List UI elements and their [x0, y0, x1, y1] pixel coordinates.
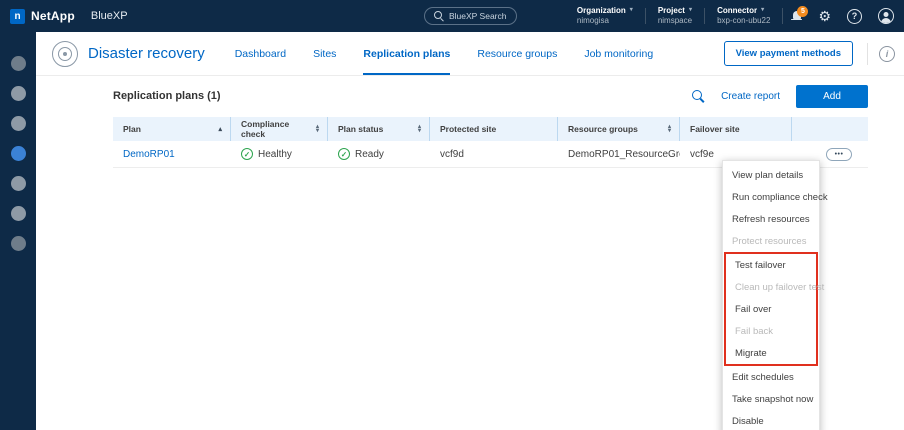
view-payment-methods-button[interactable]: View payment methods: [724, 41, 853, 66]
netapp-logo[interactable]: n NetApp: [10, 9, 75, 24]
user-menu-button[interactable]: [878, 8, 894, 24]
menu-item-clean-up-failover-test: Clean up failover test: [726, 276, 816, 298]
cell-compliance-check: ✓ Healthy: [231, 148, 328, 160]
menu-item-run-compliance-check[interactable]: Run compliance check: [723, 186, 819, 208]
app-tabs: Dashboard Sites Replication plans Resour…: [235, 32, 654, 75]
menu-item-migrate[interactable]: Migrate: [726, 342, 816, 364]
column-header-resource-groups[interactable]: Resource groups ▴▾: [558, 117, 680, 141]
failover-actions-highlight-box: Test failover Clean up failover test Fai…: [724, 252, 818, 366]
menu-item-fail-over[interactable]: Fail over: [726, 298, 816, 320]
menu-item-take-snapshot-now[interactable]: Take snapshot now: [723, 388, 819, 410]
help-button[interactable]: ?: [847, 9, 862, 24]
table-header-row: Plan ▴ Compliance check ▴▾ Plan status ▴…: [113, 117, 868, 141]
cell-resource-groups: DemoRP01_ResourceGroup1: [558, 149, 680, 160]
sidebar-item-7-icon[interactable]: [11, 236, 26, 251]
column-header-protected-site: Protected site: [430, 117, 558, 141]
global-search-label: BlueXP Search: [449, 11, 507, 21]
divider: [782, 8, 783, 24]
cell-plan: DemoRP01: [113, 149, 231, 160]
page-title: Disaster recovery: [88, 45, 205, 62]
create-report-link[interactable]: Create report: [721, 91, 780, 102]
header-right-cluster: Organization ▾ nimogisa Project ▾ nimspa…: [565, 6, 904, 27]
menu-item-protect-resources: Protect resources: [723, 230, 819, 252]
column-header-plan[interactable]: Plan ▴: [113, 117, 231, 141]
chevron-down-icon: ▾: [689, 7, 692, 15]
plan-status-text: Ready: [355, 149, 384, 160]
notifications-button[interactable]: 5: [791, 11, 802, 22]
info-icon[interactable]: i: [879, 46, 895, 62]
add-plan-button[interactable]: Add: [796, 85, 868, 108]
connector-value: bxp-con-ubu22: [717, 16, 770, 26]
tab-sites[interactable]: Sites: [313, 32, 336, 75]
sort-both-icon: ▴▾: [418, 125, 421, 134]
chevron-down-icon: ▾: [630, 7, 633, 15]
plan-link[interactable]: DemoRP01: [123, 149, 175, 160]
cell-failover-site: vcf9e: [680, 149, 792, 160]
sidebar-item-1-icon[interactable]: [11, 56, 26, 71]
toolbar-actions: Create report Add: [692, 85, 868, 108]
project-value: nimspace: [658, 16, 692, 26]
sort-asc-icon: ▴: [218, 125, 222, 133]
menu-item-view-plan-details[interactable]: View plan details: [723, 164, 819, 186]
menu-item-edit-schedules[interactable]: Edit schedules: [723, 366, 819, 388]
netapp-logo-icon: n: [10, 9, 25, 24]
plans-heading: Replication plans (1): [113, 90, 221, 102]
cell-plan-status: ✓ Ready: [328, 148, 430, 160]
app-header: Disaster recovery Dashboard Sites Replic…: [36, 32, 904, 76]
page: n NetApp BlueXP BlueXP Search Organizati…: [0, 0, 904, 430]
organization-label: Organization: [577, 6, 626, 16]
compliance-status-text: Healthy: [258, 149, 292, 160]
cell-actions: •••: [792, 148, 868, 161]
user-icon: [878, 8, 894, 24]
tab-replication-plans[interactable]: Replication plans: [363, 32, 450, 75]
left-sidebar: [0, 32, 36, 430]
tab-resource-groups[interactable]: Resource groups: [477, 32, 557, 75]
sidebar-item-2-icon[interactable]: [11, 86, 26, 101]
search-icon: [434, 11, 444, 21]
divider: [704, 8, 705, 24]
gear-icon: ⚙: [818, 9, 831, 23]
connector-selector[interactable]: Connector ▾ bxp-con-ubu22: [717, 6, 770, 27]
column-header-compliance-check[interactable]: Compliance check ▴▾: [231, 117, 328, 141]
cell-protected-site: vcf9d: [430, 149, 558, 160]
chevron-down-icon: ▾: [761, 7, 764, 15]
top-nav-bar: n NetApp BlueXP BlueXP Search Organizati…: [0, 0, 904, 32]
project-label: Project: [658, 6, 685, 16]
notification-badge: 5: [797, 6, 808, 17]
settings-button[interactable]: ⚙: [818, 9, 831, 23]
divider: [867, 43, 868, 65]
menu-item-test-failover[interactable]: Test failover: [726, 254, 816, 276]
menu-item-refresh-resources[interactable]: Refresh resources: [723, 208, 819, 230]
divider: [645, 8, 646, 24]
disaster-recovery-icon: [52, 41, 78, 67]
tab-job-monitoring[interactable]: Job monitoring: [584, 32, 653, 75]
row-actions-menu: View plan details Run compliance check R…: [722, 160, 820, 430]
ready-check-icon: ✓: [338, 148, 350, 160]
healthy-check-icon: ✓: [241, 148, 253, 160]
column-header-actions: [792, 117, 868, 141]
connector-label: Connector: [717, 6, 757, 16]
row-actions-menu-button[interactable]: •••: [826, 148, 852, 161]
menu-item-disable[interactable]: Disable: [723, 410, 819, 430]
menu-item-fail-back: Fail back: [726, 320, 816, 342]
plans-toolbar: Replication plans (1) Create report Add: [113, 84, 868, 108]
sort-both-icon: ▴▾: [668, 125, 671, 134]
table-search-button[interactable]: [692, 90, 705, 103]
column-header-plan-status[interactable]: Plan status ▴▾: [328, 117, 430, 141]
organization-selector[interactable]: Organization ▾ nimogisa: [577, 6, 633, 27]
search-icon: [692, 90, 705, 103]
product-name: BlueXP: [91, 10, 128, 22]
organization-value: nimogisa: [577, 16, 633, 26]
sidebar-item-6-icon[interactable]: [11, 206, 26, 221]
column-header-failover-site: Failover site: [680, 117, 792, 141]
global-search-button[interactable]: BlueXP Search: [424, 7, 517, 25]
tab-dashboard[interactable]: Dashboard: [235, 32, 286, 75]
sort-both-icon: ▴▾: [316, 125, 319, 134]
brand-name: NetApp: [31, 9, 75, 23]
sidebar-item-3-icon[interactable]: [11, 116, 26, 131]
project-selector[interactable]: Project ▾ nimspace: [658, 6, 692, 27]
help-icon: ?: [847, 9, 862, 24]
sidebar-item-4-icon[interactable]: [11, 146, 26, 161]
sidebar-item-5-icon[interactable]: [11, 176, 26, 191]
